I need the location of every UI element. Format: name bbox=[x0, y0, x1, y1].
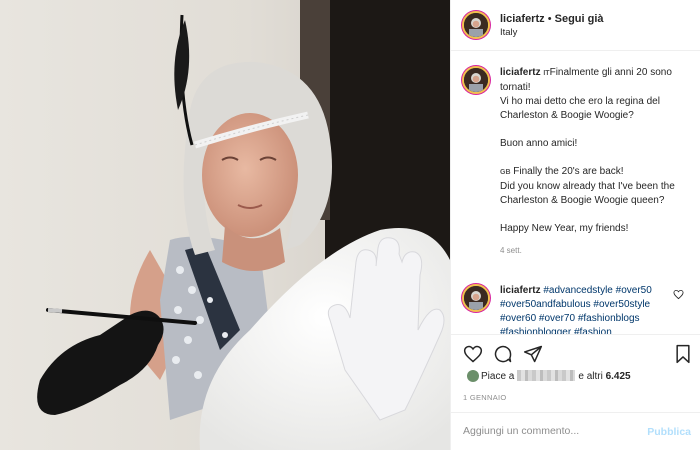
avatar[interactable] bbox=[462, 66, 490, 94]
follow-status-button[interactable]: Segui già bbox=[555, 13, 604, 25]
comments-section[interactable]: liciafertz ITFinalmente gli anni 20 sono… bbox=[451, 52, 700, 334]
hashtag-comment-body: liciafertz #advancedstyle #over50 #over5… bbox=[500, 284, 675, 334]
avatar[interactable] bbox=[462, 11, 490, 39]
liker-name-redacted bbox=[517, 370, 576, 381]
post-photo-illustration bbox=[0, 0, 450, 450]
liker-avatar[interactable] bbox=[467, 370, 479, 382]
action-bar bbox=[451, 334, 700, 370]
likes-count[interactable]: 6.425 bbox=[606, 371, 631, 382]
caption-line-it-3: Buon anno amici! bbox=[500, 138, 578, 149]
caption-username[interactable]: liciafertz bbox=[500, 67, 541, 78]
comment-input[interactable] bbox=[463, 421, 643, 441]
likes-suffix: e altri bbox=[578, 371, 603, 382]
like-comment-icon[interactable] bbox=[673, 289, 684, 300]
caption-line-it-2: Vi ho mai detto che ero la regina del Ch… bbox=[500, 96, 660, 121]
caption-time[interactable]: 4 sett. bbox=[500, 244, 695, 258]
header-separator: • bbox=[544, 13, 555, 25]
avatar[interactable] bbox=[462, 284, 490, 312]
location-link[interactable]: Italy bbox=[500, 27, 517, 38]
likes-prefix: Piace a bbox=[481, 371, 515, 382]
post-side-panel: liciafertz • Segui già Italy liciafertz … bbox=[450, 0, 700, 450]
add-comment-bar: Pubblica bbox=[451, 412, 700, 450]
caption-line-en-3: Happy New Year, my friends! bbox=[500, 223, 629, 234]
comment-icon[interactable] bbox=[493, 344, 513, 364]
post-header: liciafertz • Segui già Italy bbox=[451, 0, 700, 51]
post-date[interactable]: 1 GENNAIO bbox=[463, 393, 507, 402]
likes-line: Piace a e altri 6.425 bbox=[451, 368, 700, 390]
caption-body: liciafertz ITFinalmente gli anni 20 sono… bbox=[500, 66, 695, 258]
post-photo[interactable] bbox=[0, 0, 450, 450]
hashtag-comment-username[interactable]: liciafertz bbox=[500, 285, 541, 296]
heart-icon[interactable] bbox=[463, 344, 483, 364]
caption-line-en-2: Did you know already that I've been the … bbox=[500, 181, 675, 206]
flag-gb: GB bbox=[500, 169, 511, 176]
publish-button[interactable]: Pubblica bbox=[647, 426, 691, 438]
caption-line-en-1: Finally the 20's are back! bbox=[513, 166, 624, 177]
header-username[interactable]: liciafertz bbox=[500, 13, 545, 25]
bookmark-icon[interactable] bbox=[673, 344, 693, 364]
share-icon[interactable] bbox=[523, 344, 543, 364]
